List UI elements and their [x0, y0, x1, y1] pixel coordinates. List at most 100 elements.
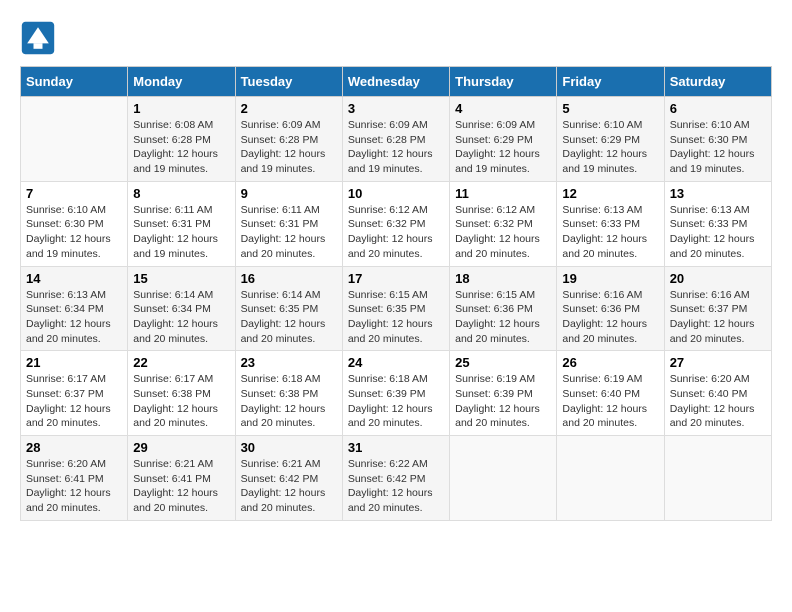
- cell-sunrise: Sunrise: 6:14 AM: [241, 289, 321, 301]
- cell-daylight: Daylight: 12 hours and 20 minutes.: [562, 318, 647, 345]
- column-header-wednesday: Wednesday: [342, 67, 449, 97]
- cell-sunset: Sunset: 6:35 PM: [241, 303, 319, 315]
- cell-daylight: Daylight: 12 hours and 20 minutes.: [670, 318, 755, 345]
- column-header-monday: Monday: [128, 67, 235, 97]
- calendar-week-row: 14 Sunrise: 6:13 AM Sunset: 6:34 PM Dayl…: [21, 266, 772, 351]
- cell-sunrise: Sunrise: 6:10 AM: [670, 119, 750, 131]
- cell-sunset: Sunset: 6:34 PM: [133, 303, 211, 315]
- cell-sunset: Sunset: 6:36 PM: [455, 303, 533, 315]
- day-number: 16: [241, 271, 337, 286]
- cell-daylight: Daylight: 12 hours and 20 minutes.: [241, 233, 326, 260]
- day-number: 9: [241, 186, 337, 201]
- day-number: 6: [670, 101, 766, 116]
- cell-daylight: Daylight: 12 hours and 20 minutes.: [562, 233, 647, 260]
- cell-daylight: Daylight: 12 hours and 20 minutes.: [26, 318, 111, 345]
- calendar-cell: 19 Sunrise: 6:16 AM Sunset: 6:36 PM Dayl…: [557, 266, 664, 351]
- cell-sunset: Sunset: 6:30 PM: [26, 218, 104, 230]
- calendar-cell: 13 Sunrise: 6:13 AM Sunset: 6:33 PM Dayl…: [664, 181, 771, 266]
- calendar-cell: 14 Sunrise: 6:13 AM Sunset: 6:34 PM Dayl…: [21, 266, 128, 351]
- cell-sunset: Sunset: 6:28 PM: [133, 134, 211, 146]
- day-number: 10: [348, 186, 444, 201]
- calendar-cell: 29 Sunrise: 6:21 AM Sunset: 6:41 PM Dayl…: [128, 436, 235, 521]
- calendar-cell: 18 Sunrise: 6:15 AM Sunset: 6:36 PM Dayl…: [450, 266, 557, 351]
- day-number: 31: [348, 440, 444, 455]
- cell-sunset: Sunset: 6:42 PM: [241, 473, 319, 485]
- calendar-cell: 4 Sunrise: 6:09 AM Sunset: 6:29 PM Dayli…: [450, 97, 557, 182]
- calendar-cell: 2 Sunrise: 6:09 AM Sunset: 6:28 PM Dayli…: [235, 97, 342, 182]
- calendar-cell: 17 Sunrise: 6:15 AM Sunset: 6:35 PM Dayl…: [342, 266, 449, 351]
- cell-daylight: Daylight: 12 hours and 20 minutes.: [455, 318, 540, 345]
- cell-sunrise: Sunrise: 6:22 AM: [348, 458, 428, 470]
- cell-sunrise: Sunrise: 6:21 AM: [241, 458, 321, 470]
- cell-sunrise: Sunrise: 6:17 AM: [26, 373, 106, 385]
- cell-sunrise: Sunrise: 6:19 AM: [562, 373, 642, 385]
- calendar-cell: 20 Sunrise: 6:16 AM Sunset: 6:37 PM Dayl…: [664, 266, 771, 351]
- cell-sunrise: Sunrise: 6:20 AM: [26, 458, 106, 470]
- calendar-week-row: 7 Sunrise: 6:10 AM Sunset: 6:30 PM Dayli…: [21, 181, 772, 266]
- cell-sunrise: Sunrise: 6:13 AM: [562, 204, 642, 216]
- cell-sunset: Sunset: 6:31 PM: [133, 218, 211, 230]
- logo-icon: [20, 20, 56, 56]
- calendar-cell: [21, 97, 128, 182]
- day-number: 27: [670, 355, 766, 370]
- column-header-thursday: Thursday: [450, 67, 557, 97]
- logo: [20, 20, 60, 56]
- calendar-cell: [450, 436, 557, 521]
- calendar-cell: [664, 436, 771, 521]
- calendar-cell: 10 Sunrise: 6:12 AM Sunset: 6:32 PM Dayl…: [342, 181, 449, 266]
- cell-sunrise: Sunrise: 6:21 AM: [133, 458, 213, 470]
- day-number: 3: [348, 101, 444, 116]
- cell-sunset: Sunset: 6:40 PM: [670, 388, 748, 400]
- calendar-week-row: 1 Sunrise: 6:08 AM Sunset: 6:28 PM Dayli…: [21, 97, 772, 182]
- cell-daylight: Daylight: 12 hours and 20 minutes.: [455, 403, 540, 430]
- cell-sunrise: Sunrise: 6:12 AM: [348, 204, 428, 216]
- day-number: 13: [670, 186, 766, 201]
- cell-sunrise: Sunrise: 6:15 AM: [348, 289, 428, 301]
- calendar-cell: 9 Sunrise: 6:11 AM Sunset: 6:31 PM Dayli…: [235, 181, 342, 266]
- calendar-cell: 26 Sunrise: 6:19 AM Sunset: 6:40 PM Dayl…: [557, 351, 664, 436]
- calendar-cell: 30 Sunrise: 6:21 AM Sunset: 6:42 PM Dayl…: [235, 436, 342, 521]
- day-number: 24: [348, 355, 444, 370]
- calendar-week-row: 28 Sunrise: 6:20 AM Sunset: 6:41 PM Dayl…: [21, 436, 772, 521]
- day-number: 11: [455, 186, 551, 201]
- cell-daylight: Daylight: 12 hours and 19 minutes.: [241, 148, 326, 175]
- cell-sunset: Sunset: 6:37 PM: [670, 303, 748, 315]
- calendar-cell: 24 Sunrise: 6:18 AM Sunset: 6:39 PM Dayl…: [342, 351, 449, 436]
- cell-sunset: Sunset: 6:29 PM: [562, 134, 640, 146]
- cell-sunset: Sunset: 6:37 PM: [26, 388, 104, 400]
- day-number: 30: [241, 440, 337, 455]
- day-number: 14: [26, 271, 122, 286]
- calendar-cell: 27 Sunrise: 6:20 AM Sunset: 6:40 PM Dayl…: [664, 351, 771, 436]
- calendar-cell: 25 Sunrise: 6:19 AM Sunset: 6:39 PM Dayl…: [450, 351, 557, 436]
- day-number: 22: [133, 355, 229, 370]
- cell-sunrise: Sunrise: 6:11 AM: [133, 204, 212, 216]
- cell-sunrise: Sunrise: 6:13 AM: [26, 289, 106, 301]
- calendar-cell: 31 Sunrise: 6:22 AM Sunset: 6:42 PM Dayl…: [342, 436, 449, 521]
- cell-sunset: Sunset: 6:33 PM: [562, 218, 640, 230]
- cell-sunrise: Sunrise: 6:16 AM: [562, 289, 642, 301]
- cell-sunset: Sunset: 6:29 PM: [455, 134, 533, 146]
- page-header: [20, 20, 772, 56]
- cell-sunrise: Sunrise: 6:14 AM: [133, 289, 213, 301]
- cell-sunset: Sunset: 6:38 PM: [241, 388, 319, 400]
- calendar-header-row: SundayMondayTuesdayWednesdayThursdayFrid…: [21, 67, 772, 97]
- day-number: 25: [455, 355, 551, 370]
- cell-daylight: Daylight: 12 hours and 19 minutes.: [348, 148, 433, 175]
- calendar-cell: 3 Sunrise: 6:09 AM Sunset: 6:28 PM Dayli…: [342, 97, 449, 182]
- calendar-cell: 12 Sunrise: 6:13 AM Sunset: 6:33 PM Dayl…: [557, 181, 664, 266]
- day-number: 8: [133, 186, 229, 201]
- cell-sunrise: Sunrise: 6:19 AM: [455, 373, 535, 385]
- day-number: 15: [133, 271, 229, 286]
- calendar-cell: [557, 436, 664, 521]
- calendar-cell: 7 Sunrise: 6:10 AM Sunset: 6:30 PM Dayli…: [21, 181, 128, 266]
- cell-sunset: Sunset: 6:28 PM: [241, 134, 319, 146]
- cell-sunrise: Sunrise: 6:16 AM: [670, 289, 750, 301]
- cell-daylight: Daylight: 12 hours and 19 minutes.: [455, 148, 540, 175]
- calendar-cell: 11 Sunrise: 6:12 AM Sunset: 6:32 PM Dayl…: [450, 181, 557, 266]
- cell-sunset: Sunset: 6:38 PM: [133, 388, 211, 400]
- column-header-tuesday: Tuesday: [235, 67, 342, 97]
- calendar-cell: 16 Sunrise: 6:14 AM Sunset: 6:35 PM Dayl…: [235, 266, 342, 351]
- cell-daylight: Daylight: 12 hours and 19 minutes.: [670, 148, 755, 175]
- cell-daylight: Daylight: 12 hours and 20 minutes.: [348, 487, 433, 514]
- cell-sunset: Sunset: 6:41 PM: [26, 473, 104, 485]
